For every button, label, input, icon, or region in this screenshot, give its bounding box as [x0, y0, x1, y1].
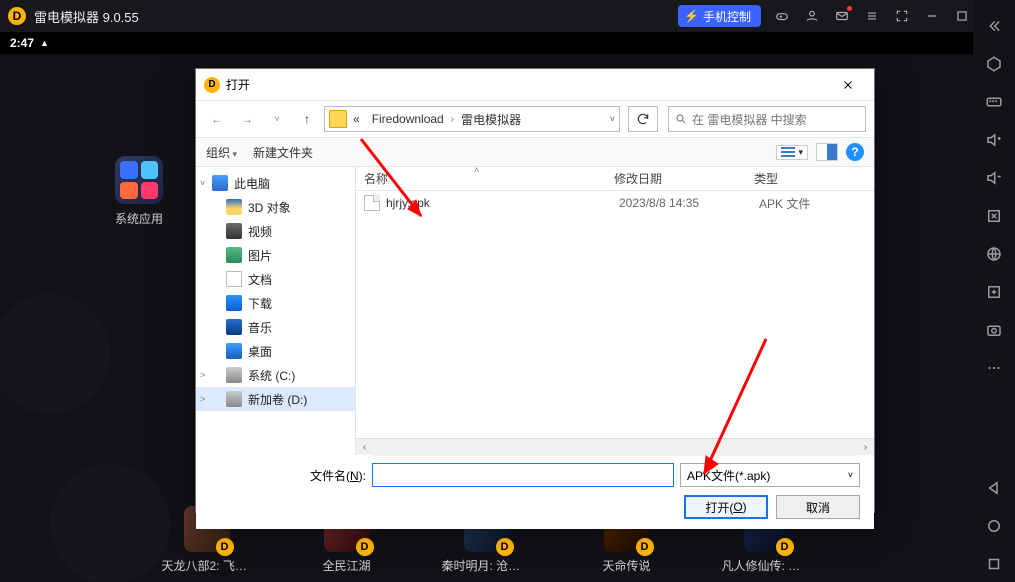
dialog-logo-icon: D	[204, 77, 220, 93]
more-icon[interactable]	[973, 350, 1015, 386]
filename-input[interactable]	[372, 463, 674, 487]
user-icon[interactable]	[797, 0, 827, 32]
tree-item-videos[interactable]: 视频	[196, 219, 355, 243]
breadcrumb-drop-icon[interactable]: ˅	[610, 114, 615, 124]
tree-item-music[interactable]: 音乐	[196, 315, 355, 339]
side-toolbar	[973, 0, 1015, 582]
desktop-app-system[interactable]: 系统应用	[108, 156, 170, 227]
status-time: 2:47	[10, 36, 34, 50]
tree-item-this-pc[interactable]: ˅此电脑	[196, 171, 355, 195]
expand-icon[interactable]	[973, 198, 1015, 234]
nav-home-icon[interactable]	[973, 508, 1015, 544]
nav-recent-button[interactable]: ˅	[264, 106, 290, 132]
nav-forward-button: →	[234, 106, 260, 132]
tree-item-downloads[interactable]: 下载	[196, 291, 355, 315]
globe-icon[interactable]	[973, 236, 1015, 272]
android-statusbar: 2:47 ▲ ▾ ◢ ▮	[0, 32, 1015, 54]
view-selector[interactable]: ▾	[776, 145, 808, 160]
keyboard-icon[interactable]	[973, 84, 1015, 120]
new-folder-button[interactable]: 新建文件夹	[253, 144, 313, 161]
col-date[interactable]: 修改日期	[614, 170, 754, 187]
bolt-icon: ⚡	[684, 9, 699, 23]
file-list-pane: ˄ 名称 修改日期 类型 hjrjy.apk 2023/8/8 14:35 AP…	[356, 167, 874, 455]
dialog-title: 打开	[226, 76, 250, 93]
dialog-nav: ← → ˅ ↑ « Firedownload› 雷电模拟器 ˅ 在 雷电模拟器 …	[196, 101, 874, 137]
tree-item-drive-c[interactable]: ˃系统 (C:)	[196, 363, 355, 387]
mail-icon[interactable]	[827, 0, 857, 32]
dialog-footer: 文件名(N): APK文件(*.apk)˅ 打开(O) 取消	[196, 455, 874, 529]
dialog-toolbar: 组织 新建文件夹 ▾ ?	[196, 137, 874, 167]
cancel-button[interactable]: 取消	[776, 495, 860, 519]
collapse-icon[interactable]	[973, 8, 1015, 44]
sort-indicator-icon: ˄	[474, 165, 479, 175]
phone-control-button[interactable]: ⚡ 手机控制	[678, 5, 761, 27]
horizontal-scrollbar[interactable]: ‹›	[356, 438, 874, 455]
volume-down-icon[interactable]	[973, 160, 1015, 196]
filetype-filter[interactable]: APK文件(*.apk)˅	[680, 463, 860, 487]
open-button[interactable]: 打开(O)	[684, 495, 768, 519]
notif-icon: ▲	[40, 38, 49, 48]
col-type[interactable]: 类型	[754, 170, 874, 187]
breadcrumb[interactable]: « Firedownload› 雷电模拟器 ˅	[324, 106, 620, 132]
dialog-close-button[interactable]	[828, 71, 868, 99]
app-title: 雷电模拟器 9.0.55	[34, 7, 139, 26]
file-open-dialog: D 打开 ← → ˅ ↑ « Firedownload› 雷电模拟器 ˅ 在 雷…	[195, 68, 875, 513]
screenshot-icon[interactable]	[973, 312, 1015, 348]
organize-menu[interactable]: 组织	[206, 144, 237, 161]
file-list-header[interactable]: ˄ 名称 修改日期 类型	[356, 167, 874, 191]
tree-item-pictures[interactable]: 图片	[196, 243, 355, 267]
tree-item-3d[interactable]: 3D 对象	[196, 195, 355, 219]
minimize-icon[interactable]	[917, 0, 947, 32]
nav-back-button[interactable]: ←	[204, 106, 230, 132]
hexagon-icon[interactable]	[973, 46, 1015, 82]
install-icon[interactable]	[973, 274, 1015, 310]
search-input[interactable]: 在 雷电模拟器 中搜索	[668, 106, 866, 132]
filename-label: 文件名(N):	[310, 467, 366, 484]
col-name[interactable]: 名称	[364, 170, 614, 187]
tree-item-desktop[interactable]: 桌面	[196, 339, 355, 363]
nav-back-icon[interactable]	[973, 470, 1015, 506]
folder-icon	[329, 110, 347, 128]
nav-up-button[interactable]: ↑	[294, 106, 320, 132]
refresh-button[interactable]	[628, 106, 658, 132]
system-app-label: 系统应用	[108, 210, 170, 227]
nav-recent-icon[interactable]	[973, 546, 1015, 582]
dialog-titlebar: D 打开	[196, 69, 874, 101]
gamepad-icon[interactable]	[767, 0, 797, 32]
menu-icon[interactable]	[857, 0, 887, 32]
help-button[interactable]: ?	[846, 143, 864, 161]
app-logo: D	[8, 7, 26, 25]
volume-up-icon[interactable]	[973, 122, 1015, 158]
preview-pane-toggle[interactable]	[816, 143, 838, 161]
tree-item-documents[interactable]: 文档	[196, 267, 355, 291]
fullscreen-icon[interactable]	[887, 0, 917, 32]
file-icon	[364, 195, 380, 211]
file-row[interactable]: hjrjy.apk 2023/8/8 14:35 APK 文件	[356, 191, 874, 215]
tree-item-drive-d[interactable]: ˃新加卷 (D:)	[196, 387, 355, 411]
folder-tree[interactable]: ˅此电脑 3D 对象 视频 图片 文档 下载 音乐 桌面 ˃系统 (C:) ˃新…	[196, 167, 356, 455]
system-app-icon	[115, 156, 163, 204]
emulator-titlebar: D 雷电模拟器 9.0.55 ⚡ 手机控制	[0, 0, 1015, 32]
